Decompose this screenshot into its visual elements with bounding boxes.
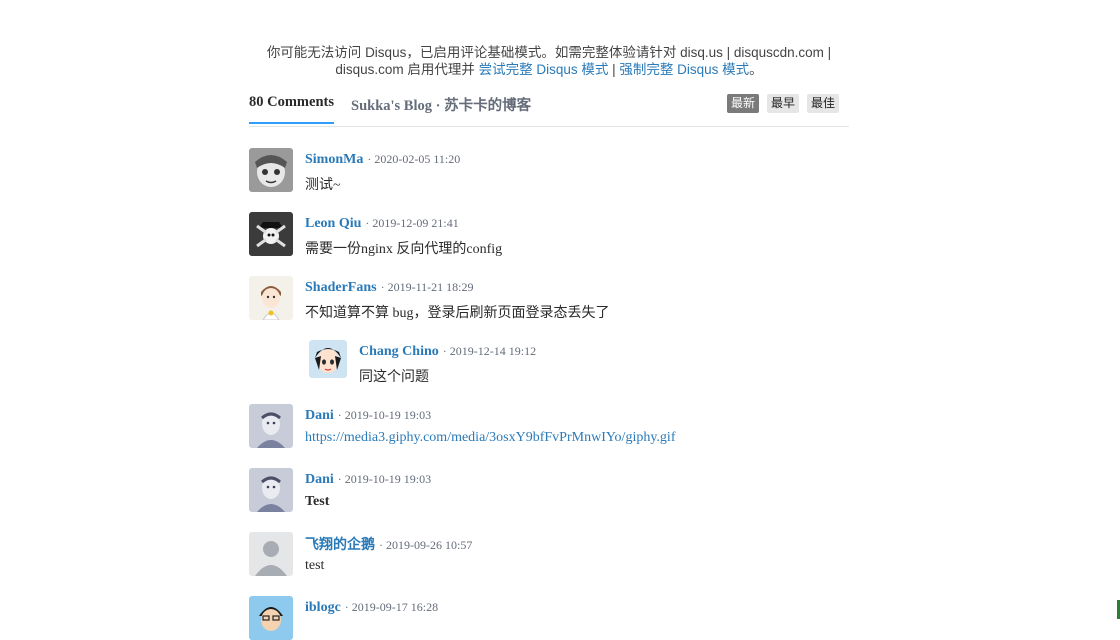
comment-body: 需要一份nginx 反向代理的config — [305, 242, 503, 257]
comment-author[interactable]: SimonMa — [305, 152, 363, 167]
sort-oldest-button[interactable]: 最早 — [766, 94, 799, 113]
comment-timestamp[interactable]: · 2019-10-19 19:03 — [338, 472, 431, 486]
comment-meta: iblogc · 2019-09-17 16:28 — [305, 598, 438, 616]
user-avatar[interactable] — [249, 596, 293, 640]
comment-author[interactable]: 飞翔的企鹅 — [305, 538, 375, 553]
default-avatar-icon[interactable] — [249, 532, 293, 576]
comment-body: test — [305, 558, 325, 573]
forum-name-tab[interactable]: Sukka's Blog · 苏卡卡的博客 — [351, 94, 531, 115]
comment-meta: Chang Chino · 2019-12-14 19:12 — [359, 342, 536, 360]
notice-line-1: 你可能无法访问 Disqus，已启用评论基础模式。如需完整体验请针对 disq.… — [266, 45, 832, 60]
comment-timestamp[interactable]: · 2019-12-14 19:12 — [443, 344, 536, 358]
user-avatar[interactable] — [249, 212, 293, 256]
comment-timestamp[interactable]: · 2019-10-19 19:03 — [338, 408, 431, 422]
sort-options: 最新 最早 最佳 — [726, 94, 839, 113]
comment-meta: Leon Qiu · 2019-12-09 21:41 — [305, 214, 459, 232]
comment-body-link[interactable]: https://media3.giphy.com/media/3osxY9bfF… — [305, 430, 675, 446]
basic-mode-notice: 你可能无法访问 Disqus，已启用评论基础模式。如需完整体验请针对 disq.… — [249, 44, 849, 78]
comment-timestamp[interactable]: · 2019-12-09 21:41 — [365, 216, 458, 230]
sort-newest-button[interactable]: 最新 — [726, 94, 759, 113]
notice-separator: | — [608, 62, 620, 77]
comment-meta: Dani · 2019-10-19 19:03 — [305, 406, 431, 424]
comment-author[interactable]: Dani — [305, 472, 334, 487]
comment-body: Test — [305, 494, 330, 509]
comment-meta: Dani · 2019-10-19 19:03 — [305, 470, 431, 488]
comment-meta: ShaderFans · 2019-11-21 18:29 — [305, 278, 473, 296]
notice-line-2-suffix: 。 — [749, 62, 763, 77]
comment-meta: SimonMa · 2020-02-05 11:20 — [305, 150, 460, 168]
comment-body: 测试~ — [305, 178, 341, 193]
user-avatar[interactable] — [249, 148, 293, 192]
user-avatar[interactable] — [249, 276, 293, 320]
comment-author[interactable]: ShaderFans — [305, 280, 377, 295]
comment-author[interactable]: Chang Chino — [359, 344, 439, 359]
sort-best-button[interactable]: 最佳 — [806, 94, 839, 113]
comment-author[interactable]: Dani — [305, 408, 334, 423]
comment-author[interactable]: Leon Qiu — [305, 216, 361, 231]
user-avatar[interactable] — [309, 340, 347, 378]
comment-body: 同这个问题 — [359, 370, 429, 385]
comment-timestamp[interactable]: · 2019-09-17 16:28 — [345, 600, 438, 614]
comment-timestamp[interactable]: · 2020-02-05 11:20 — [367, 152, 460, 166]
force-full-disqus-link[interactable]: 强制完整 Disqus 模式 — [619, 62, 749, 77]
comments-header: 80 Comments Sukka's Blog · 苏卡卡的博客 最新 最早 … — [249, 90, 849, 127]
comment-body: 不知道算不算 bug，登录后刷新页面登录态丢失了 — [305, 306, 610, 321]
notice-line-2-prefix: disqus.com 启用代理并 — [335, 62, 479, 77]
comment-meta: 飞翔的企鹅 · 2019-09-26 10:57 — [305, 534, 472, 554]
comment-timestamp[interactable]: · 2019-11-21 18:29 — [381, 280, 474, 294]
comment-timestamp[interactable]: · 2019-09-26 10:57 — [379, 538, 472, 552]
try-full-disqus-link[interactable]: 尝试完整 Disqus 模式 — [479, 62, 609, 77]
notice-line-2: disqus.com 启用代理并 尝试完整 Disqus 模式 | 强制完整 D… — [249, 61, 849, 78]
comment-count-tab[interactable]: 80 Comments — [249, 94, 334, 124]
user-avatar[interactable] — [249, 404, 293, 448]
comment-author[interactable]: iblogc — [305, 600, 341, 615]
user-avatar[interactable] — [249, 468, 293, 512]
